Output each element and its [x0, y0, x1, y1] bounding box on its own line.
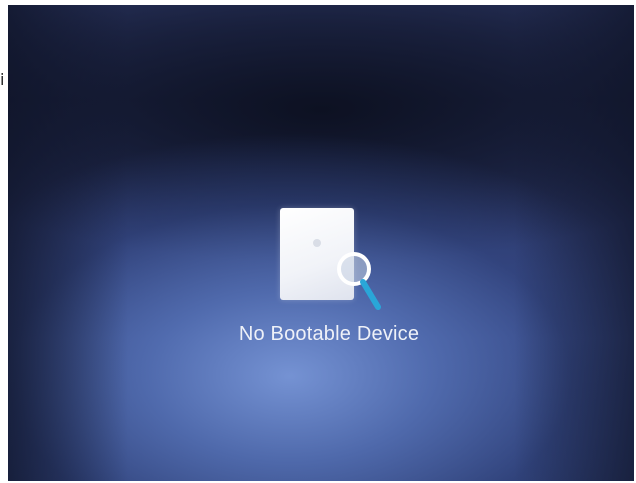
magnifier-icon — [337, 252, 381, 310]
document-mark — [313, 239, 321, 247]
right-vignette — [514, 5, 634, 481]
page: i No Bootable Device — [0, 0, 636, 483]
document-search-icon — [270, 203, 390, 318]
boot-screen: No Bootable Device — [8, 5, 634, 481]
no-bootable-device-message: No Bootable Device — [238, 323, 420, 345]
left-vignette — [8, 5, 128, 481]
stray-character: i — [0, 70, 5, 89]
